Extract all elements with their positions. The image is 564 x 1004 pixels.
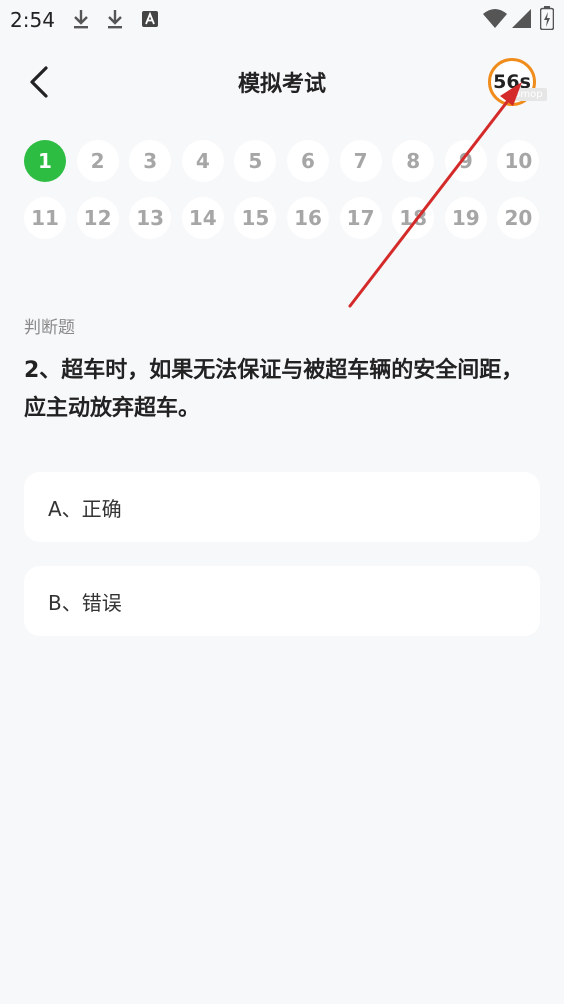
question-number-17[interactable]: 17 — [339, 197, 382, 239]
page-title: 模拟考试 — [237, 72, 326, 97]
watermark: 8mop — [510, 88, 547, 101]
question-number-6[interactable]: 6 — [287, 140, 329, 182]
question-number-10[interactable]: 10 — [497, 140, 540, 182]
question-number-3[interactable]: 3 — [129, 140, 172, 182]
signal-icon — [512, 9, 531, 28]
wifi-icon — [483, 9, 507, 28]
question-number-11[interactable]: 11 — [24, 197, 66, 239]
text-app-icon — [142, 11, 158, 27]
question-number-12[interactable]: 12 — [76, 197, 119, 239]
question-number-1[interactable]: 1 — [24, 140, 66, 182]
question-number-9[interactable]: 9 — [444, 140, 487, 182]
status-time: 2:54 — [10, 8, 55, 32]
download-icon — [74, 10, 88, 29]
question-number-18[interactable]: 18 — [392, 197, 435, 239]
question-number-2[interactable]: 2 — [76, 140, 119, 182]
question-number-14[interactable]: 14 — [181, 197, 224, 239]
question-number-15[interactable]: 15 — [234, 197, 277, 239]
header: 模拟考试 56s 8mop — [0, 50, 564, 114]
download-icon — [108, 10, 122, 29]
question-number-19[interactable]: 19 — [444, 197, 487, 239]
question-number-20[interactable]: 20 — [497, 197, 540, 239]
question-number-5[interactable]: 5 — [234, 140, 277, 182]
status-bar: 2:54 — [0, 0, 564, 40]
question-number-7[interactable]: 7 — [339, 140, 382, 182]
option-a-button[interactable]: A、正确 — [24, 472, 540, 542]
question-number-16[interactable]: 16 — [287, 197, 329, 239]
question-type: 判断题 — [24, 318, 75, 338]
battery-icon — [540, 6, 554, 30]
question-number-4[interactable]: 4 — [181, 140, 224, 182]
question-number-13[interactable]: 13 — [129, 197, 172, 239]
question-text: 2、超车时，如果无法保证与被超车辆的安全间距，应主动放弃超车。 — [24, 358, 524, 421]
option-b-button[interactable]: B、错误 — [24, 566, 540, 636]
question-number-8[interactable]: 8 — [392, 140, 435, 182]
